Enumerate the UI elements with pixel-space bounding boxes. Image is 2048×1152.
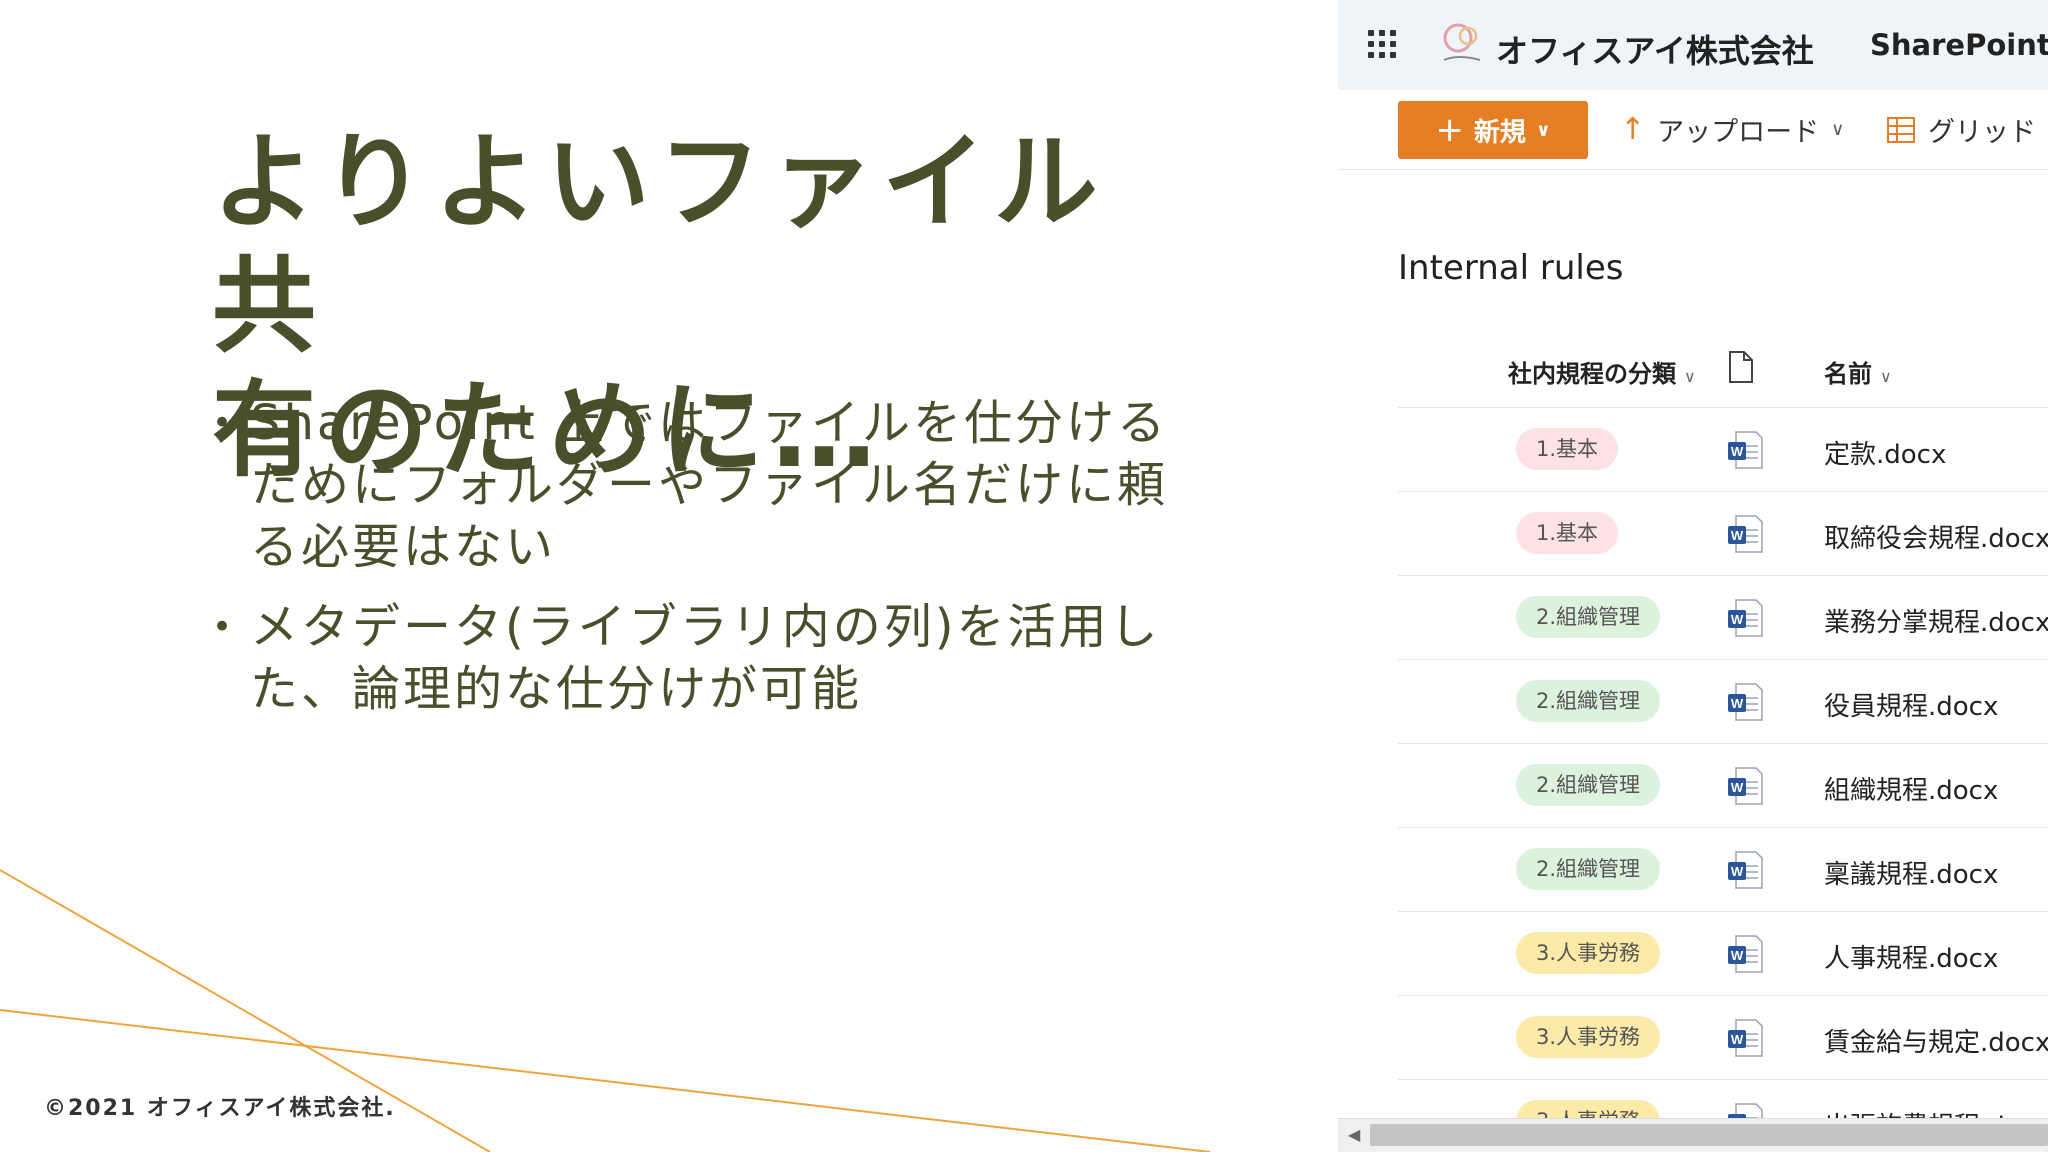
list-row[interactable]: 2.組織管理 W 役員規程.docx [1398, 660, 2048, 744]
column-header-name[interactable]: 名前 ∨ [1824, 354, 1892, 389]
column-header-category-label: 社内規程の分類 [1508, 360, 1676, 388]
list-row[interactable]: 3.人事労務 W 賃金給与規定.docx [1398, 996, 2048, 1080]
bullet-text: SharePoint 上ではファイルを仕分けるためにフォルダーやファイル名だけに… [250, 395, 1169, 575]
company-logo-icon [1443, 23, 1481, 61]
file-name-link[interactable]: 人事規程.docx [1824, 938, 1998, 975]
file-name-link[interactable]: 業務分掌規程.docx [1824, 602, 2048, 639]
bullet-dot-icon: • [212, 403, 236, 443]
svg-text:W: W [1731, 696, 1744, 711]
word-document-icon: W [1728, 1019, 1763, 1057]
word-document-icon: W [1728, 431, 1763, 469]
word-document-icon: W [1728, 599, 1763, 637]
list-column-header: 社内規程の分類 ∨ 名前 ∨ [1398, 330, 2048, 408]
grid-view-button[interactable]: グリッド [1886, 110, 2036, 149]
bullet-text: メタデータ(ライブラリ内の列)を活用した、論理的な仕分けが可能 [250, 599, 1161, 717]
category-pill[interactable]: 3.人事労務 [1516, 1016, 1661, 1058]
category-pill[interactable]: 2.組織管理 [1516, 596, 1661, 638]
svg-text:W: W [1731, 780, 1744, 795]
file-name-link[interactable]: 稟議規程.docx [1824, 854, 1998, 891]
library-title: Internal rules [1398, 248, 1624, 288]
word-document-icon: W [1728, 683, 1763, 721]
category-pill[interactable]: 2.組織管理 [1516, 680, 1661, 722]
suite-header: オフィスアイ株式会社 SharePoint [1338, 0, 2048, 90]
word-document-icon: W [1728, 515, 1763, 553]
category-pill[interactable]: 1.基本 [1516, 428, 1619, 470]
svg-text:W: W [1731, 864, 1744, 879]
grid-view-label: グリッド [1928, 117, 2036, 148]
svg-text:W: W [1731, 1032, 1744, 1047]
svg-text:W: W [1731, 612, 1744, 627]
file-name-link[interactable]: 組織規程.docx [1824, 770, 1998, 807]
bullet-list: • SharePoint 上ではファイルを仕分けるためにフォルダーやファイル名だ… [210, 392, 1210, 738]
category-pill[interactable]: 1.基本 [1516, 512, 1619, 554]
scroll-left-icon[interactable]: ◀ [1348, 1125, 1360, 1144]
app-name[interactable]: SharePoint [1870, 28, 2048, 62]
column-header-category[interactable]: 社内規程の分類 ∨ [1508, 354, 1696, 389]
decorative-line [0, 1009, 1211, 1152]
list-row[interactable]: 3.人事労務 W 人事規程.docx [1398, 912, 2048, 996]
category-pill[interactable]: 3.人事労務 [1516, 932, 1661, 974]
column-header-name-label: 名前 [1824, 360, 1872, 388]
chevron-down-icon: ∨ [1831, 119, 1845, 140]
file-name-link[interactable]: 定款.docx [1824, 434, 1946, 471]
file-name-link[interactable]: 取締役会規程.docx [1824, 518, 2048, 555]
company-name[interactable]: オフィスアイ株式会社 [1496, 26, 1814, 72]
list-row[interactable]: 1.基本 W 定款.docx [1398, 408, 2048, 492]
file-name-link[interactable]: 役員規程.docx [1824, 686, 1998, 723]
list-row[interactable]: 2.組織管理 W 組織規程.docx [1398, 744, 2048, 828]
file-name-link[interactable]: 賃金給与規定.docx [1824, 1022, 2048, 1059]
horizontal-scrollbar[interactable]: ◀ [1338, 1118, 2048, 1152]
category-pill[interactable]: 2.組織管理 [1516, 848, 1661, 890]
word-document-icon: W [1728, 935, 1763, 973]
list-row[interactable]: 1.基本 W 取締役会規程.docx [1398, 492, 2048, 576]
file-type-column-icon[interactable] [1728, 350, 1754, 384]
list-row[interactable]: 2.組織管理 W 業務分掌規程.docx [1398, 576, 2048, 660]
grid-icon [1887, 116, 1915, 143]
app-launcher-icon[interactable] [1368, 30, 1396, 58]
upload-button-label: アップロード [1657, 117, 1820, 148]
slide-title-line-1: よりよいファイル共 [212, 121, 1106, 367]
upload-button[interactable]: ↑ アップロード ∨ [1620, 110, 1844, 149]
bullet-item: • メタデータ(ライブラリ内の列)を活用した、論理的な仕分けが可能 [210, 596, 1210, 720]
bullet-dot-icon: • [212, 607, 236, 647]
bullet-item: • SharePoint 上ではファイルを仕分けるためにフォルダーやファイル名だ… [210, 392, 1210, 578]
copyright-text: ©2021 オフィスアイ株式会社. [44, 1096, 396, 1121]
svg-text:W: W [1731, 444, 1744, 459]
new-button[interactable]: + 新規 ∨ [1398, 101, 1588, 159]
chevron-down-icon: ∨ [1880, 367, 1892, 386]
new-button-label: 新規 [1473, 117, 1526, 148]
svg-text:W: W [1731, 528, 1744, 543]
command-bar: + 新規 ∨ ↑ アップロード ∨ グリッド [1338, 90, 2048, 170]
document-list: 1.基本 W 定款.docx 1.基本 W 取締役会規程.docx 2.組織管理 W 業務分掌規… [1398, 408, 2048, 1152]
sharepoint-screenshot: オフィスアイ株式会社 SharePoint + 新規 ∨ ↑ アップロード ∨ … [1338, 0, 2048, 1152]
word-document-icon: W [1728, 851, 1763, 889]
svg-text:W: W [1731, 948, 1744, 963]
upload-arrow-icon: ↑ [1620, 112, 1646, 147]
chevron-down-icon: ∨ [1684, 367, 1696, 386]
word-document-icon: W [1728, 767, 1763, 805]
plus-icon: + [1435, 110, 1464, 150]
scrollbar-thumb[interactable] [1370, 1124, 2048, 1146]
list-row[interactable]: 2.組織管理 W 稟議規程.docx [1398, 828, 2048, 912]
chevron-down-icon: ∨ [1535, 119, 1551, 141]
category-pill[interactable]: 2.組織管理 [1516, 764, 1661, 806]
